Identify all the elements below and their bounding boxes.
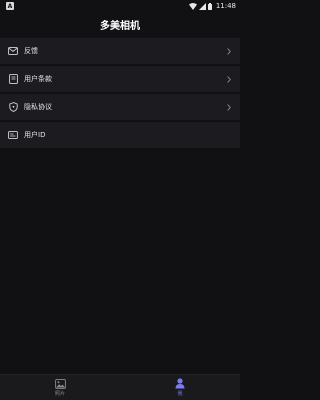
menu-item-privacy-policy[interactable]: 隐私协议: [0, 94, 240, 120]
photo-icon: [54, 378, 66, 389]
menu-item-label: 用户条款: [24, 75, 52, 83]
app-notification-icon: A: [6, 2, 14, 10]
cellular-signal-icon: [198, 2, 206, 10]
mail-icon: [8, 46, 18, 56]
menu-item-feedback[interactable]: 反馈: [0, 38, 240, 64]
person-icon: [175, 378, 186, 389]
settings-menu: 反馈 用户条款 隐私协议 用户ID: [0, 38, 240, 150]
chevron-right-icon: [226, 103, 232, 111]
title-bar: 多美相机: [0, 12, 240, 36]
status-time: 11:48: [215, 2, 236, 10]
screen: A 11:48 多美相机 反馈 用户条款 隐私协议 用户ID 照片 我: [0, 0, 240, 400]
tab-label: 照片: [54, 391, 65, 397]
status-bar-right: 11:48: [188, 2, 236, 10]
menu-item-label: 用户ID: [24, 131, 46, 139]
status-bar-left: A: [6, 2, 14, 10]
menu-item-label: 隐私协议: [24, 103, 52, 111]
document-icon: [8, 74, 18, 84]
chevron-right-icon: [226, 47, 232, 55]
tab-label: 我: [177, 391, 183, 397]
status-bar: A 11:48: [0, 0, 240, 12]
menu-item-user-id[interactable]: 用户ID: [0, 122, 240, 148]
page-title: 多美相机: [100, 20, 140, 32]
chevron-right-icon: [226, 75, 232, 83]
tab-photos[interactable]: 照片: [0, 375, 120, 400]
id-card-icon: [8, 130, 18, 140]
wifi-icon: [188, 2, 197, 10]
battery-icon: [207, 2, 212, 10]
bottom-nav: 照片 我: [0, 374, 240, 400]
menu-item-user-terms[interactable]: 用户条款: [0, 66, 240, 92]
menu-item-label: 反馈: [24, 47, 38, 55]
shield-icon: [8, 102, 18, 112]
tab-me[interactable]: 我: [120, 375, 240, 400]
